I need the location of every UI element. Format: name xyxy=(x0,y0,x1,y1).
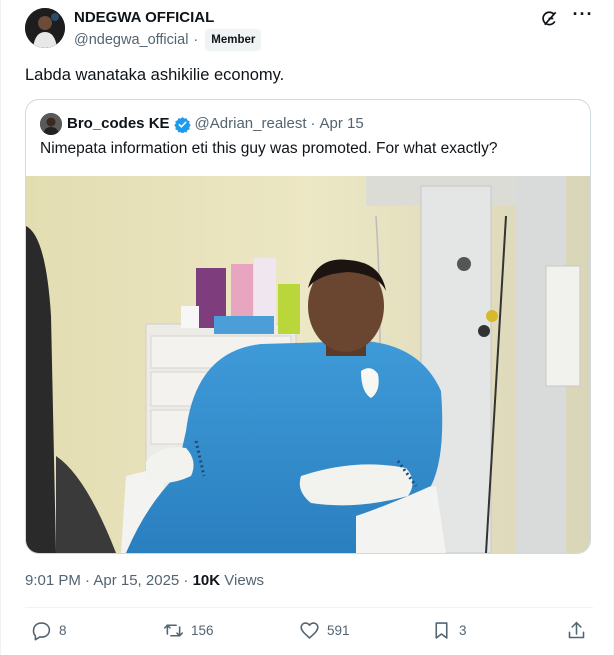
quoted-tweet[interactable]: Bro_codes KE @Adrian_realest · Apr 15 Ni… xyxy=(25,99,591,554)
quote-date[interactable]: Apr 15 xyxy=(320,114,364,134)
quote-author-handle[interactable]: @Adrian_realest xyxy=(195,114,307,134)
bookmark-button[interactable]: 3 xyxy=(431,620,467,641)
bookmark-count: 3 xyxy=(459,623,467,638)
views-label: Views xyxy=(220,572,265,589)
reply-count: 8 xyxy=(59,623,67,638)
tweet-header: NDEGWA OFFICIAL @ndegwa_official · Membe… xyxy=(25,5,593,51)
quote-author-name[interactable]: Bro_codes KE xyxy=(67,114,170,134)
member-badge: Member xyxy=(205,29,262,51)
author-handle-row: @ndegwa_official · Member xyxy=(74,29,262,51)
quote-author-avatar[interactable] xyxy=(40,113,62,135)
author-display-name[interactable]: NDEGWA OFFICIAL xyxy=(74,9,261,27)
action-bar: 8 156 591 3 xyxy=(31,620,585,646)
like-button[interactable]: 591 xyxy=(299,620,350,641)
bookmark-icon xyxy=(435,622,448,639)
grok-icon[interactable] xyxy=(539,8,559,28)
quote-photo[interactable] xyxy=(26,176,590,553)
reply-button[interactable]: 8 xyxy=(31,620,67,641)
divider xyxy=(25,607,593,608)
views-count: 10K xyxy=(192,572,221,589)
separator: · xyxy=(310,115,316,132)
more-icon[interactable]: ··· xyxy=(573,5,593,28)
reply-icon xyxy=(32,622,51,641)
tweet-card: NDEGWA OFFICIAL @ndegwa_official · Membe… xyxy=(0,0,614,655)
separator: · xyxy=(193,32,199,48)
timestamp[interactable]: 9:01 PM · Apr 15, 2025 · xyxy=(25,572,193,589)
quote-text: Nimepata information eti this guy was pr… xyxy=(40,140,498,157)
tweet-text: Labda wanataka ashikilie economy. xyxy=(25,66,285,84)
share-button[interactable] xyxy=(566,620,587,641)
quote-header: Bro_codes KE @Adrian_realest · Apr 15 xyxy=(40,113,364,135)
share-icon xyxy=(568,621,585,639)
like-count: 591 xyxy=(327,623,350,638)
author-handle[interactable]: @ndegwa_official xyxy=(74,31,188,49)
tweet-meta: 9:01 PM · Apr 15, 2025 · 10K Views xyxy=(25,571,264,591)
repost-button[interactable]: 156 xyxy=(163,620,214,641)
verified-badge-icon xyxy=(173,116,191,133)
author-names: NDEGWA OFFICIAL @ndegwa_official · Membe… xyxy=(74,9,262,51)
repost-icon xyxy=(163,624,184,637)
like-icon xyxy=(300,622,319,640)
header-actions: ··· xyxy=(539,5,593,28)
author-avatar[interactable] xyxy=(25,8,65,48)
repost-count: 156 xyxy=(191,623,214,638)
